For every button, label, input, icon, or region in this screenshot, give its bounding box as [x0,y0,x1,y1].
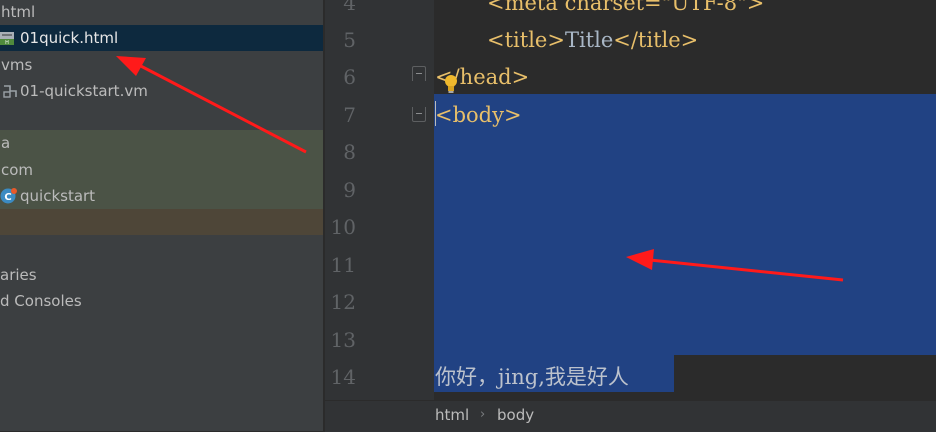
java-class-icon: C [0,188,17,204]
svg-text:C: C [4,192,11,203]
code-token-tag: <title> [487,28,565,52]
lightbulb-icon[interactable] [442,73,460,95]
tree-item-scratches-consoles[interactable]: d Consoles [0,288,323,314]
text-caret [435,101,436,126]
line-number: 13 [330,328,356,352]
line-number: 9 [343,178,356,202]
breadcrumb-separator: › [480,407,486,422]
tree-item-libraries[interactable]: aries [0,262,323,288]
project-tree-panel: html H 01quick.html vms 01-quickstart.vm… [0,0,323,431]
line-number: 4 [343,0,356,15]
tree-item-quickstart[interactable]: C quickstart [0,183,323,209]
tree-item-label: html [1,3,36,21]
editor-gutter: 4 5 6 7 8 9 10 11 12 13 14 [325,0,434,400]
code-token-tag: </title> [613,28,699,52]
line-number: 14 [330,365,356,389]
line-number: 7 [343,103,356,127]
line-number: 10 [330,215,356,239]
tree-item-label: vms [1,56,33,74]
tree-item-a[interactable]: a [0,130,323,156]
tree-item-01quick-html[interactable]: H 01quick.html [0,25,323,51]
line-number: 12 [330,290,356,314]
breadcrumb-item-body[interactable]: body [497,401,534,429]
line-number: 6 [343,65,356,89]
tree-item-01-quickstart-vm[interactable]: 01-quickstart.vm [0,78,323,104]
code-line-4: <meta charset="UTF-8"> [487,0,765,15]
tree-item-label: d Consoles [0,292,82,310]
line-number: 5 [343,28,356,52]
svg-text:H: H [5,40,9,46]
breadcrumb-item-html[interactable]: html [435,401,469,429]
tree-item-vms-folder[interactable]: vms [0,52,323,78]
code-line-7: <body> [435,103,522,127]
tree-scope-highlight-alt [0,209,323,235]
line-number: 8 [343,140,356,164]
tree-item-label: a [1,134,11,152]
code-editor[interactable]: 4 5 6 7 8 9 10 11 12 13 14 <meta charset… [325,0,936,400]
tree-item-label: aries [0,266,37,284]
tree-item-label: quickstart [20,187,96,205]
code-token-text: Title [564,28,614,52]
vm-template-icon [3,85,17,98]
code-line-5: <title>Title</title> [487,22,698,59]
breadcrumb: html › body [325,400,936,432]
tree-item-label: 01quick.html [20,29,119,47]
fold-marker-body-start[interactable] [412,107,426,122]
tree-item-html-folder[interactable]: html [0,0,323,26]
tree-item-label: 01-quickstart.vm [20,82,148,100]
tree-item-com[interactable]: com [0,157,323,183]
line-number: 11 [330,253,356,277]
fold-marker-head-end[interactable] [412,66,426,81]
html-file-icon: H [0,32,14,46]
tree-item-label: com [1,161,34,179]
code-line-14: 你好，jing,我是好人 [435,365,629,389]
